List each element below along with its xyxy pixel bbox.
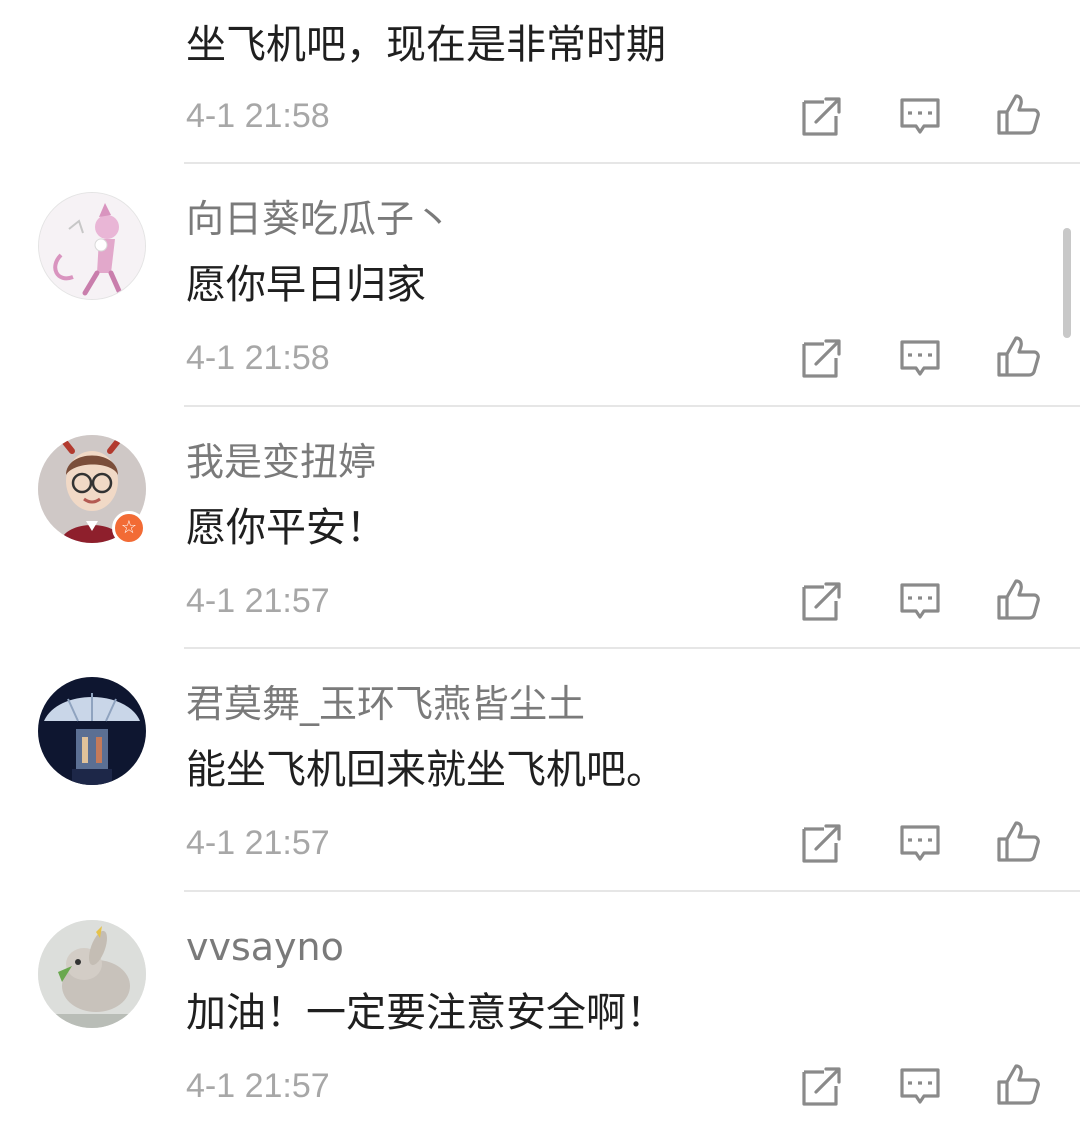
- like-icon[interactable]: [996, 1062, 1040, 1106]
- repost-icon[interactable]: [800, 821, 844, 865]
- repost-icon[interactable]: [800, 94, 844, 138]
- like-icon[interactable]: [996, 92, 1040, 136]
- repost-icon[interactable]: [800, 1064, 844, 1108]
- comment-item: 坐飞机吧，现在是非常时期 4-1 21:58: [0, 0, 1080, 136]
- repost-icon[interactable]: [800, 336, 844, 380]
- like-icon[interactable]: [996, 819, 1040, 863]
- comment-item: 向日葵吃瓜子丶 愿你早日归家 4-1 21:58: [0, 164, 1080, 407]
- scrollbar[interactable]: [1063, 228, 1071, 338]
- comment-time: 4-1 21:57: [186, 1067, 330, 1105]
- comment-text: 愿你早日归家: [186, 262, 426, 308]
- reply-icon[interactable]: [898, 821, 942, 865]
- avatar[interactable]: [38, 920, 146, 1028]
- comment-time: 4-1 21:58: [186, 97, 330, 135]
- avatar[interactable]: [38, 192, 146, 300]
- comment-username[interactable]: 我是变扭婷: [186, 439, 376, 485]
- reply-icon[interactable]: [898, 336, 942, 380]
- reply-icon[interactable]: [898, 94, 942, 138]
- avatar[interactable]: [38, 677, 146, 785]
- comment-item: vvsayno 加油！一定要注意安全啊！ 4-1 21:57: [0, 892, 1080, 1135]
- comment-text: 加油！一定要注意安全啊！: [186, 990, 666, 1036]
- comment-time: 4-1 21:57: [186, 582, 330, 620]
- like-icon[interactable]: [996, 334, 1040, 378]
- comment-text: 能坐飞机回来就坐飞机吧。: [186, 747, 666, 793]
- comment-username[interactable]: 君莫舞_玉环飞燕皆尘土: [186, 681, 585, 727]
- umbrella-night-scene-avatar: [38, 677, 146, 785]
- repost-icon[interactable]: [800, 579, 844, 623]
- comment-time: 4-1 21:58: [186, 339, 330, 377]
- pink-cartoon-creature-avatar: [39, 193, 145, 299]
- bunny-eating-grass-avatar: [38, 920, 146, 1028]
- comment-item: 君莫舞_玉环飞燕皆尘土 能坐飞机回来就坐飞机吧。 4-1 21:57: [0, 649, 1080, 892]
- comment-text: 愿你平安！: [186, 505, 386, 551]
- reply-icon[interactable]: [898, 579, 942, 623]
- comment-text: 坐飞机吧，现在是非常时期: [186, 22, 666, 68]
- like-icon[interactable]: [996, 577, 1040, 621]
- reply-icon[interactable]: [898, 1064, 942, 1108]
- comment-username[interactable]: vvsayno: [186, 924, 344, 970]
- comment-item: ☆ 我是变扭婷 愿你平安！ 4-1 21:57: [0, 407, 1080, 650]
- comment-time: 4-1 21:57: [186, 824, 330, 862]
- comment-username[interactable]: 向日葵吃瓜子丶: [186, 196, 452, 242]
- verified-badge: ☆: [112, 511, 146, 545]
